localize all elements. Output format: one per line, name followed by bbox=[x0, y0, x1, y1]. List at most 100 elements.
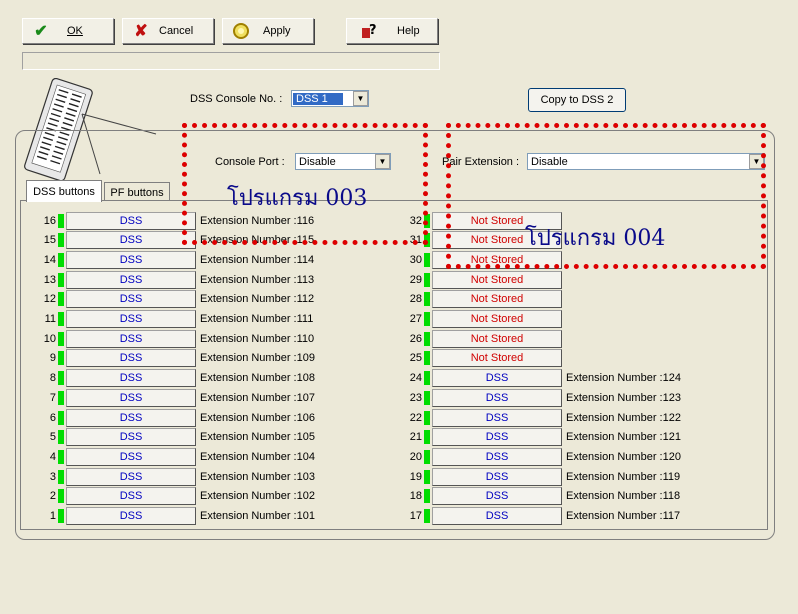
console-no-select[interactable]: DSS 1 ▼ bbox=[291, 90, 369, 107]
console-no-label: DSS Console No. : bbox=[190, 93, 283, 105]
dss-key-button[interactable]: DSS bbox=[432, 507, 562, 525]
dss-key-button[interactable]: DSS bbox=[66, 349, 196, 368]
dss-button-row: 21 DSS Extension Number :121 bbox=[388, 428, 681, 447]
led-indicator-icon bbox=[424, 469, 430, 484]
button-number: 18 bbox=[409, 490, 422, 503]
button-number: 20 bbox=[409, 450, 422, 463]
program-004-annotation: โปรแกรม 004 bbox=[525, 226, 666, 251]
extension-number-text: Extension Number :112 bbox=[200, 293, 315, 306]
dss-button-row: 23 DSS Extension Number :123 bbox=[388, 388, 681, 407]
led-indicator-icon bbox=[424, 449, 430, 464]
dss-key-button[interactable]: DSS bbox=[66, 211, 196, 230]
dss-key-button[interactable]: DSS bbox=[66, 231, 196, 250]
help-button[interactable]: ? Help bbox=[346, 18, 438, 44]
extension-number-text: Extension Number :110 bbox=[200, 332, 315, 345]
button-number: 8 bbox=[49, 372, 56, 385]
dss-button-row: 18 DSS Extension Number :118 bbox=[388, 487, 680, 506]
extension-number-text: Extension Number :105 bbox=[200, 431, 315, 444]
dss-key-button[interactable]: Not Stored bbox=[432, 290, 562, 309]
extension-number-text: Extension Number :117 bbox=[566, 510, 681, 522]
dss-key-button[interactable]: DSS bbox=[432, 428, 562, 447]
dss-key-button[interactable]: Not Stored bbox=[432, 329, 562, 348]
dss-button-row: 27 Not Stored bbox=[388, 310, 566, 329]
ok-label: OK bbox=[67, 25, 83, 37]
dss-button-row: 17 DSS Extension Number :117 bbox=[388, 507, 680, 526]
dss-button-row: 19 DSS Extension Number :119 bbox=[388, 467, 680, 486]
dss-button-row: 9 DSS Extension Number :109 bbox=[22, 349, 315, 368]
dss-key-button[interactable]: DSS bbox=[66, 487, 196, 506]
dss-button-row: 5 DSS Extension Number :105 bbox=[22, 428, 315, 447]
led-indicator-icon bbox=[58, 430, 64, 445]
button-number: 1 bbox=[49, 510, 56, 522]
extension-number-text: Extension Number :103 bbox=[200, 470, 315, 483]
extension-number-text: Extension Number :101 bbox=[200, 510, 315, 522]
dss-key-button[interactable]: DSS bbox=[66, 428, 196, 447]
extension-number-text: Extension Number :123 bbox=[566, 391, 681, 404]
extension-number-text: Extension Number :108 bbox=[200, 372, 315, 385]
dss-key-button[interactable]: DSS bbox=[66, 408, 196, 427]
dss-key-button[interactable]: DSS bbox=[66, 290, 196, 309]
dss-key-button[interactable]: Not Stored bbox=[432, 270, 562, 289]
dss-button-row: 7 DSS Extension Number :107 bbox=[22, 388, 315, 407]
led-indicator-icon bbox=[58, 292, 64, 307]
apply-button[interactable]: Apply bbox=[222, 18, 314, 44]
button-number: 23 bbox=[409, 391, 422, 404]
dss-key-button[interactable]: DSS bbox=[432, 447, 562, 466]
dss-key-button[interactable]: DSS bbox=[66, 388, 196, 407]
apply-circle-icon bbox=[229, 20, 253, 42]
dss-key-button[interactable]: DSS bbox=[66, 250, 196, 269]
dss-button-row: 1 DSS Extension Number :101 bbox=[22, 507, 315, 526]
dss-key-button[interactable]: DSS bbox=[66, 329, 196, 348]
dss-key-button[interactable]: Not Stored bbox=[432, 349, 562, 368]
led-indicator-icon bbox=[58, 371, 64, 386]
dss-button-row: 29 Not Stored bbox=[388, 270, 566, 289]
led-indicator-icon bbox=[58, 252, 64, 267]
dss-button-row: 4 DSS Extension Number :104 bbox=[22, 447, 315, 466]
tab-dss-buttons[interactable]: DSS buttons bbox=[26, 180, 102, 202]
button-number: 25 bbox=[409, 352, 422, 365]
dss-key-button[interactable]: DSS bbox=[432, 369, 562, 388]
dss-button-row: 12 DSS Extension Number :112 bbox=[22, 290, 314, 309]
dss-button-row: 14 DSS Extension Number :114 bbox=[22, 250, 314, 269]
dss-key-button[interactable]: DSS bbox=[66, 507, 196, 525]
extension-number-text: Extension Number :107 bbox=[200, 391, 315, 404]
extension-number-text: Extension Number :104 bbox=[200, 450, 315, 463]
led-indicator-icon bbox=[58, 509, 64, 523]
dss-key-button[interactable]: DSS bbox=[66, 369, 196, 388]
extension-number-text: Extension Number :119 bbox=[566, 470, 681, 483]
led-indicator-icon bbox=[58, 390, 64, 405]
led-indicator-icon bbox=[424, 312, 430, 326]
chevron-down-icon[interactable]: ▼ bbox=[353, 91, 368, 106]
button-number: 30 bbox=[409, 253, 422, 266]
led-indicator-icon bbox=[58, 272, 64, 287]
button-number: 14 bbox=[43, 253, 56, 266]
led-indicator-icon bbox=[58, 233, 64, 248]
checkmark-icon: ✔ bbox=[34, 23, 48, 40]
button-number: 5 bbox=[49, 431, 56, 444]
dss-key-button[interactable]: Not Stored bbox=[432, 310, 562, 328]
cancel-button[interactable]: ✘ Cancel bbox=[122, 18, 214, 44]
dss-button-row: 25 Not Stored bbox=[388, 349, 566, 368]
extension-number-text: Extension Number :122 bbox=[566, 411, 681, 424]
dss-key-button[interactable]: DSS bbox=[66, 447, 196, 466]
dss-key-button[interactable]: DSS bbox=[66, 310, 196, 328]
ok-button[interactable]: ✔ OK bbox=[22, 18, 114, 44]
dss-key-button[interactable]: DSS bbox=[432, 467, 562, 486]
dss-key-button[interactable]: DSS bbox=[432, 388, 562, 407]
led-indicator-icon bbox=[58, 410, 64, 425]
copy-to-dss2-button[interactable]: Copy to DSS 2 bbox=[528, 88, 626, 112]
led-indicator-icon bbox=[424, 292, 430, 307]
button-number: 27 bbox=[409, 313, 422, 325]
led-indicator-icon bbox=[58, 213, 64, 228]
dss-button-row: 8 DSS Extension Number :108 bbox=[22, 369, 315, 388]
led-indicator-icon bbox=[58, 312, 64, 326]
dss-key-button[interactable]: DSS bbox=[432, 408, 562, 427]
led-indicator-icon bbox=[424, 430, 430, 445]
dss-button-row: 28 Not Stored bbox=[388, 290, 566, 309]
button-number: 24 bbox=[409, 372, 422, 385]
dss-key-button[interactable]: DSS bbox=[66, 270, 196, 289]
dss-key-button[interactable]: DSS bbox=[66, 467, 196, 486]
dss-key-button[interactable]: DSS bbox=[432, 487, 562, 506]
tab-pf-buttons[interactable]: PF buttons bbox=[104, 182, 170, 202]
dss-button-row: 11 DSS Extension Number :111 bbox=[22, 310, 313, 329]
